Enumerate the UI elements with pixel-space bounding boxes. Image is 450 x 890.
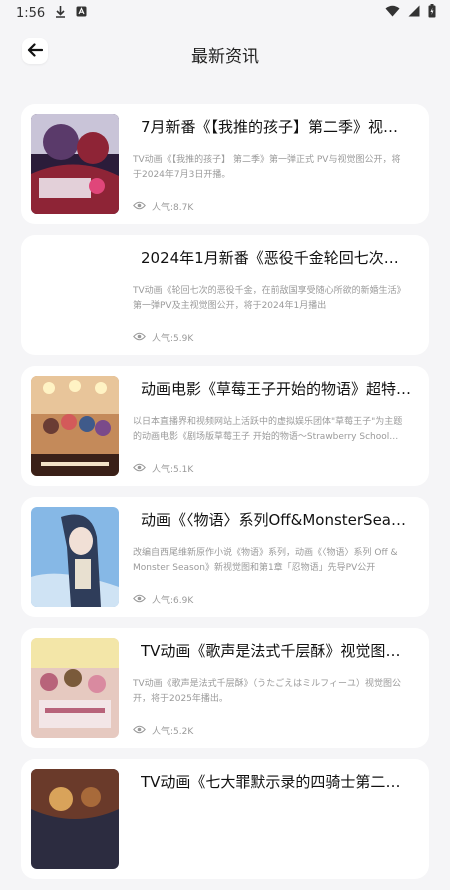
news-description: 改编自西尾维新原作小说《物语》系列，动画《〈物语〉系列 Off & Monste… [133, 548, 398, 573]
news-views: 人气:5.9K [152, 334, 194, 344]
news-description: TV动画《【我推的孩子】 第二季》第一弹正式 PV与视觉图公开，将于2024年7… [133, 155, 401, 180]
news-meta: 人气:5.9K [133, 331, 193, 344]
news-thumbnail [31, 769, 119, 869]
signal-icon [408, 5, 420, 21]
news-title: 动画电影《草莓王子开始的物语》超特报公开 [141, 380, 413, 398]
news-thumbnail [31, 638, 119, 738]
news-title: TV动画《七大罪默示录的四骑士第二季》 [141, 773, 413, 791]
news-meta: 人气:5.1K [133, 462, 193, 475]
news-title: 7月新番《【我推的孩子】第二季》视觉图公开 [141, 118, 413, 136]
page-title: 最新资讯 [191, 47, 259, 67]
news-card[interactable]: TV动画《歌声是法式千层酥》视觉图公开 TV动画《歌声是法式千层酥》（うたごえは… [21, 628, 429, 748]
eye-icon [133, 594, 146, 606]
news-meta: 人气:5.2K [133, 724, 193, 737]
download-icon [55, 5, 66, 22]
news-views: 人气:8.7K [152, 203, 194, 213]
news-meta: 人气:6.9K [133, 593, 193, 606]
status-time: 1:56 [16, 5, 46, 21]
news-description: TV动画《轮回七次的恶役千金，在前敌国享受随心所欲的新婚生活》第一弹PV及主视觉… [133, 286, 406, 311]
news-views: 人气:5.2K [152, 727, 194, 737]
eye-icon [133, 463, 146, 475]
news-views: 人气:6.9K [152, 596, 194, 606]
news-views: 人气:5.1K [152, 465, 194, 475]
news-thumbnail [31, 507, 119, 607]
notification-app-icon [76, 6, 87, 21]
status-left: 1:56 [16, 5, 87, 22]
news-title: TV动画《歌声是法式千层酥》视觉图公开 [141, 642, 413, 660]
news-thumbnail [31, 245, 119, 345]
news-thumbnail [31, 114, 119, 214]
news-meta: 人气:8.7K [133, 200, 193, 213]
status-bar: 1:56 [0, 0, 450, 26]
news-description: 以日本直播界和视频网站上活跃中的虚拟娱乐团体"草莓王子"为主题的动画电影《剧场版… [133, 417, 403, 442]
news-card[interactable]: 7月新番《【我推的孩子】第二季》视觉图公开 TV动画《【我推的孩子】 第二季》第… [21, 104, 429, 224]
news-card[interactable]: TV动画《七大罪默示录的四骑士第二季》 [21, 759, 429, 879]
news-description: TV动画《歌声是法式千层酥》（うたごえはミルフィーユ）视觉图公开，将于2025年… [133, 679, 401, 704]
news-list: 7月新番《【我推的孩子】第二季》视觉图公开 TV动画《【我推的孩子】 第二季》第… [21, 104, 429, 890]
news-card[interactable]: 2024年1月新番《恶役千金轮回七次》PV公开 TV动画《轮回七次的恶役千金，在… [21, 235, 429, 355]
battery-icon [428, 4, 436, 22]
news-card[interactable]: 动画电影《草莓王子开始的物语》超特报公开 以日本直播界和视频网站上活跃中的虚拟娱… [21, 366, 429, 486]
news-title: 2024年1月新番《恶役千金轮回七次》PV公开 [141, 249, 413, 267]
news-card[interactable]: 动画《〈物语〉系列Off&MonsterSeason》先导PV 改编自西尾维新原… [21, 497, 429, 617]
eye-icon [133, 201, 146, 213]
eye-icon [133, 725, 146, 737]
eye-icon [133, 332, 146, 344]
news-title: 动画《〈物语〉系列Off&MonsterSeason》先导PV [141, 511, 413, 529]
status-right [385, 4, 436, 22]
wifi-icon [385, 5, 400, 21]
news-thumbnail [31, 376, 119, 476]
header: 最新资讯 [0, 26, 450, 84]
